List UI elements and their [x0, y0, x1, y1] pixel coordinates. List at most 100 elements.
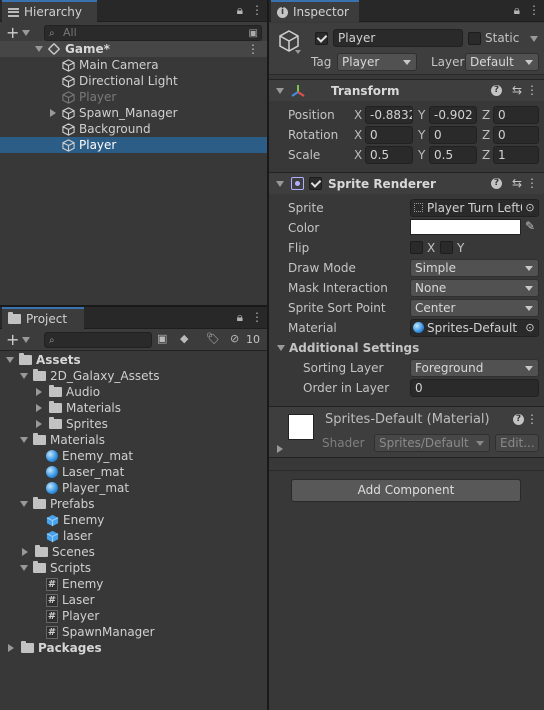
expand-arrow-icon[interactable] [36, 404, 42, 412]
add-button[interactable]: + [6, 23, 19, 42]
expand-arrow-icon[interactable] [36, 388, 42, 396]
mask-interaction-dropdown[interactable]: None [410, 279, 539, 297]
add-button[interactable]: + [6, 330, 19, 349]
expand-arrow-icon[interactable] [277, 445, 283, 453]
add-component-button[interactable]: Add Component [291, 479, 521, 502]
tab-project[interactable]: Project [2, 307, 84, 329]
object-picker-icon[interactable]: ⊙ [522, 200, 538, 216]
more-menu-icon[interactable]: ⋮ [251, 3, 263, 18]
edit-shader-button[interactable]: Edit... [495, 434, 539, 452]
axis-z-label[interactable]: Z [482, 128, 490, 142]
more-menu-icon[interactable]: ⋮ [247, 42, 259, 56]
more-menu-icon[interactable]: ⋮ [526, 412, 538, 426]
scale-x-field[interactable]: 0.5 [365, 146, 413, 164]
project-tree-item[interactable]: Audio [0, 384, 267, 400]
more-menu-icon[interactable]: ⋮ [251, 310, 263, 325]
eyedropper-icon[interactable]: ✎ [525, 219, 535, 233]
expand-arrow-icon[interactable] [20, 373, 28, 379]
scale-y-field[interactable]: 0.5 [429, 146, 477, 164]
hierarchy-item[interactable]: Directional Light [0, 73, 267, 89]
hierarchy-item[interactable]: Main Camera [0, 57, 267, 73]
project-tree-item[interactable]: # Enemy [0, 576, 267, 592]
expand-arrow-icon[interactable] [36, 420, 42, 428]
more-menu-icon[interactable]: ⋮ [526, 83, 538, 97]
chevron-down-icon[interactable] [22, 30, 30, 36]
axis-x-label[interactable]: X [354, 108, 362, 122]
project-tree-item[interactable]: Materials [0, 432, 267, 448]
static-dropdown-icon[interactable] [530, 36, 538, 42]
expand-arrow-icon[interactable] [20, 501, 28, 507]
lock-icon[interactable]: 🔒︎ [514, 3, 520, 18]
project-tree-item[interactable]: Player_mat [0, 480, 267, 496]
sprite-sort-point-dropdown[interactable]: Center [410, 299, 539, 317]
project-tree-item[interactable]: # SpawnManager [0, 624, 267, 640]
search-options-icon[interactable]: ▣ [249, 27, 258, 41]
rotation-z-field[interactable]: 0 [493, 126, 539, 144]
static-checkbox[interactable] [468, 32, 481, 45]
project-tree-item[interactable]: Materials [0, 400, 267, 416]
hierarchy-item[interactable]: Background [0, 121, 267, 137]
project-tree-item[interactable]: # Laser [0, 592, 267, 608]
more-menu-icon[interactable]: ⋮ [528, 3, 540, 18]
draw-mode-dropdown[interactable]: Simple [410, 259, 539, 277]
position-z-field[interactable]: 0 [493, 106, 539, 124]
scene-row[interactable]: Game* ⋮ [0, 41, 267, 57]
object-name-field[interactable]: Player [333, 29, 463, 47]
additional-settings-label[interactable]: Additional Settings [289, 341, 419, 355]
project-tree-item[interactable]: Enemy_mat [0, 448, 267, 464]
project-tree-item[interactable]: laser [0, 528, 267, 544]
expand-arrow-icon[interactable] [276, 180, 284, 187]
project-tree-item[interactable]: Prefabs [0, 496, 267, 512]
expand-arrow-icon[interactable] [6, 357, 14, 363]
search-by-type-icon[interactable]: ▣ [157, 332, 167, 345]
order-in-layer-field[interactable]: 0 [410, 379, 539, 397]
hierarchy-search-input[interactable]: ⌕ All ▣ [44, 25, 262, 41]
axis-z-label[interactable]: Z [482, 148, 490, 162]
expand-arrow-icon[interactable] [22, 548, 28, 556]
expand-arrow-icon[interactable] [8, 644, 14, 652]
flip-y-checkbox[interactable] [440, 241, 453, 254]
rotation-y-field[interactable]: 0 [429, 126, 477, 144]
project-tree-item[interactable]: 2D_Galaxy_Assets [0, 368, 267, 384]
hierarchy-item[interactable]: Player [0, 89, 267, 105]
hidden-packages-icon[interactable]: ⊘ [230, 332, 239, 345]
filter-by-label-icon[interactable]: 🏷︎ [206, 332, 220, 345]
project-tree-item[interactable]: Packages [0, 640, 267, 656]
axis-x-label[interactable]: X [354, 148, 362, 162]
preset-icon[interactable]: ⇆ [512, 176, 522, 190]
shader-dropdown[interactable]: Sprites/Default [374, 434, 490, 452]
expand-arrow-icon[interactable] [50, 109, 56, 117]
position-x-field[interactable]: -0.8832 [365, 106, 413, 124]
material-object-field[interactable]: Sprites-Default ⊙ [410, 319, 539, 337]
axis-y-label[interactable]: Y [418, 128, 425, 142]
tab-inspector[interactable]: i Inspector [271, 0, 359, 22]
axis-x-label[interactable]: X [354, 128, 362, 142]
expand-arrow-icon[interactable] [276, 87, 284, 94]
project-tree-item[interactable]: Enemy [0, 512, 267, 528]
color-swatch[interactable] [410, 219, 521, 235]
axis-y-label[interactable]: Y [418, 108, 425, 122]
position-y-field[interactable]: -0.902 [429, 106, 477, 124]
expand-arrow-icon[interactable] [35, 46, 43, 52]
expand-arrow-icon[interactable] [20, 437, 28, 443]
chevron-down-icon[interactable] [22, 337, 30, 343]
project-tree-item[interactable]: Scenes [0, 544, 267, 560]
project-search-input[interactable]: ⌕ [44, 332, 152, 348]
scale-z-field[interactable]: 1 [493, 146, 539, 164]
project-tree-item[interactable]: Scripts [0, 560, 267, 576]
lock-icon[interactable]: 🔒︎ [237, 310, 243, 325]
chevron-down-icon[interactable] [295, 50, 301, 54]
tab-hierarchy[interactable]: Hierarchy [2, 0, 97, 22]
project-tree-item[interactable]: Laser_mat [0, 464, 267, 480]
flip-x-checkbox[interactable] [410, 241, 423, 254]
sorting-layer-dropdown[interactable]: Foreground [410, 359, 539, 377]
project-tree-item[interactable]: # Player [0, 608, 267, 624]
object-picker-icon[interactable]: ⊙ [522, 320, 538, 336]
active-checkbox[interactable] [315, 32, 328, 45]
sprite-object-field[interactable]: Player Turn Left0 ⊙ [410, 199, 539, 217]
help-icon[interactable]: ? [491, 85, 502, 96]
rotation-x-field[interactable]: 0 [365, 126, 413, 144]
more-menu-icon[interactable]: ⋮ [526, 176, 538, 190]
help-icon[interactable]: ? [491, 178, 502, 189]
axis-y-label[interactable]: Y [418, 148, 425, 162]
